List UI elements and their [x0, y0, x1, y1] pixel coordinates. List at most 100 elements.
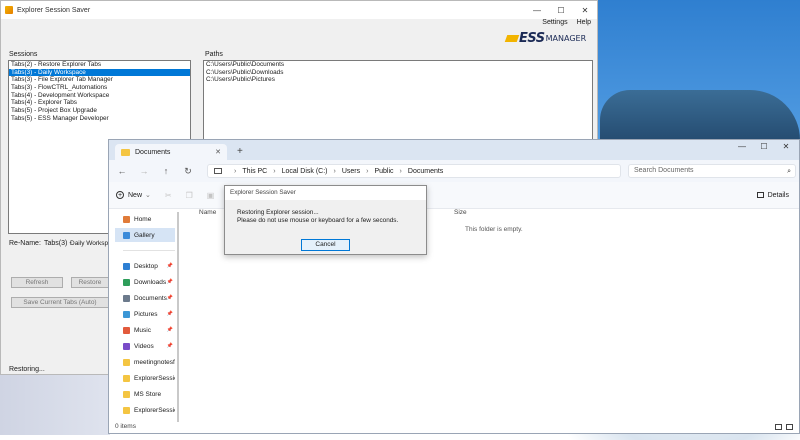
breadcrumb-item[interactable]: Local Disk (C:): [282, 168, 328, 175]
new-tab-icon[interactable]: +: [237, 146, 243, 157]
ess-titlebar[interactable]: Explorer Session Saver — ☐ ✕: [1, 1, 597, 19]
sidebar-item[interactable]: Music 📌: [115, 323, 175, 337]
sidebar-item[interactable]: Desktop 📌: [115, 259, 175, 273]
breadcrumb-item[interactable]: This PC: [242, 168, 267, 175]
new-button[interactable]: + New ⌄: [116, 191, 151, 199]
session-item[interactable]: Tabs(4) - Development Workspace: [9, 92, 190, 100]
back-arrow-icon[interactable]: ←: [111, 166, 133, 176]
breadcrumb[interactable]: › This PC › Local Disk (C:) › Users › Pu…: [207, 164, 621, 178]
menu-settings[interactable]: Settings: [542, 19, 567, 26]
column-header-name[interactable]: Name: [199, 209, 216, 216]
minimize-button[interactable]: —: [525, 6, 549, 15]
folder-icon: [121, 148, 130, 156]
sidebar-item[interactable]: MS Store: [115, 387, 175, 401]
refresh-button[interactable]: Refresh: [11, 277, 63, 288]
restore-button[interactable]: Restore: [71, 277, 109, 288]
logo-mark: ESS: [519, 31, 545, 46]
sidebar-item[interactable]: Home: [115, 212, 175, 226]
cancel-button[interactable]: Cancel: [301, 239, 350, 251]
folder-icon: [123, 326, 130, 334]
folder-icon: [123, 231, 130, 239]
search-input[interactable]: Search Documents ⌕: [628, 164, 796, 178]
ess-window-title: Explorer Session Saver: [17, 6, 91, 14]
breadcrumb-item[interactable]: Documents: [408, 168, 443, 175]
paste-icon[interactable]: ▣: [207, 191, 215, 200]
sidebar-item[interactable]: ExplorerSessio: [115, 371, 175, 385]
pin-icon[interactable]: 📌: [167, 263, 173, 269]
folder-icon: [123, 342, 130, 350]
rename-input[interactable]: Daily Workspa: [70, 240, 112, 247]
pin-icon[interactable]: 📌: [167, 327, 173, 333]
path-item[interactable]: C:\Users\Public\Downloads: [204, 69, 592, 77]
up-arrow-icon[interactable]: ↑: [155, 166, 177, 176]
session-item[interactable]: Tabs(5) - Project Box Upgrade: [9, 107, 190, 115]
sidebar-item-label: ExplorerSessio: [134, 374, 175, 382]
sidebar-item[interactable]: Pictures 📌: [115, 307, 175, 321]
sidebar-item-label: Pictures: [134, 310, 158, 318]
logo-text: MANAGER: [545, 34, 587, 43]
session-item[interactable]: Tabs(3) - FlowCTRL_Automations: [9, 84, 190, 92]
path-item[interactable]: C:\Users\Public\Pictures: [204, 76, 592, 84]
computer-icon: [214, 168, 222, 174]
address-row: ← → ↑ ↻ › This PC › Local Disk (C:) › Us…: [109, 160, 799, 182]
details-view-icon[interactable]: [775, 424, 782, 430]
paths-list[interactable]: C:\Users\Public\Documents C:\Users\Publi…: [203, 60, 593, 140]
pin-icon[interactable]: 📌: [167, 279, 173, 285]
folder-icon: [123, 374, 130, 382]
pin-icon[interactable]: 📌: [167, 343, 173, 349]
session-item[interactable]: Tabs(3) - Daily Workspace: [9, 68, 190, 77]
maximize-button[interactable]: ☐: [753, 142, 775, 151]
sidebar-item[interactable]: ExplorerSessio: [115, 403, 175, 417]
menu-help[interactable]: Help: [577, 19, 591, 26]
chevron-right-icon: ›: [366, 167, 369, 175]
close-button[interactable]: ✕: [775, 142, 797, 151]
sidebar-item-label: MS Store: [134, 390, 162, 398]
sessions-label: Sessions: [9, 51, 38, 58]
rename-label: Re-Name:: [9, 240, 41, 247]
folder-icon: [123, 390, 130, 398]
sidebar-item-label: Music: [134, 326, 151, 334]
navigation-scrollbar[interactable]: [177, 212, 179, 422]
breadcrumb-item[interactable]: Public: [374, 168, 393, 175]
sidebar-item[interactable]: Downloads 📌: [115, 275, 175, 289]
copy-icon[interactable]: ❐: [186, 191, 193, 200]
details-button[interactable]: Details: [756, 192, 789, 199]
session-item[interactable]: Tabs(3) - File Explorer Tab Manager: [9, 76, 190, 84]
sidebar-item[interactable]: Gallery: [115, 228, 175, 242]
tab-label: Documents: [135, 148, 171, 156]
navigation-pane: Home Gallery Desktop 📌 Downloads 📌 Documents 📌 P…: [109, 208, 175, 423]
folder-icon: [123, 406, 130, 414]
folder-icon: [123, 310, 130, 318]
file-explorer-window: Documents ✕ + — ☐ ✕ ← → ↑ ↻ › This PC › …: [108, 139, 800, 434]
minimize-button[interactable]: —: [731, 142, 753, 151]
sidebar-item[interactable]: meetingnotesf: [115, 355, 175, 369]
sidebar-item[interactable]: Videos 📌: [115, 339, 175, 353]
session-item[interactable]: Tabs(4) - Explorer Tabs: [9, 99, 190, 107]
refresh-icon[interactable]: ↻: [177, 166, 199, 177]
tiles-view-icon[interactable]: [786, 424, 793, 430]
sidebar-item-label: Home: [134, 215, 152, 223]
chevron-down-icon: ⌄: [145, 192, 151, 199]
session-item[interactable]: Tabs(2) - Restore Explorer Tabs: [9, 61, 190, 69]
maximize-button[interactable]: ☐: [549, 6, 573, 15]
save-current-tabs-button[interactable]: Save Current Tabs (Auto): [11, 297, 109, 308]
forward-arrow-icon[interactable]: →: [133, 166, 155, 176]
close-button[interactable]: ✕: [573, 6, 597, 15]
folder-icon: [123, 278, 130, 286]
tab-documents[interactable]: Documents ✕: [115, 144, 227, 160]
pin-icon[interactable]: 📌: [167, 311, 173, 317]
pin-icon[interactable]: 📌: [167, 295, 173, 301]
column-header-size[interactable]: Size: [454, 209, 467, 216]
dialog-title[interactable]: Explorer Session Saver: [225, 186, 426, 200]
sidebar-item[interactable]: Documents 📌: [115, 291, 175, 305]
sidebar-item-label: Gallery: [134, 231, 155, 239]
cut-icon[interactable]: ✂: [165, 191, 172, 200]
paths-label: Paths: [205, 51, 223, 58]
path-item[interactable]: C:\Users\Public\Documents: [204, 61, 592, 69]
folder-icon: [123, 215, 130, 223]
close-tab-icon[interactable]: ✕: [215, 148, 221, 156]
breadcrumb-item[interactable]: Users: [342, 168, 360, 175]
session-item[interactable]: Tabs(5) - ESS Manager Developer: [9, 115, 190, 123]
folder-icon: [123, 358, 130, 366]
chevron-right-icon: ›: [273, 167, 276, 175]
